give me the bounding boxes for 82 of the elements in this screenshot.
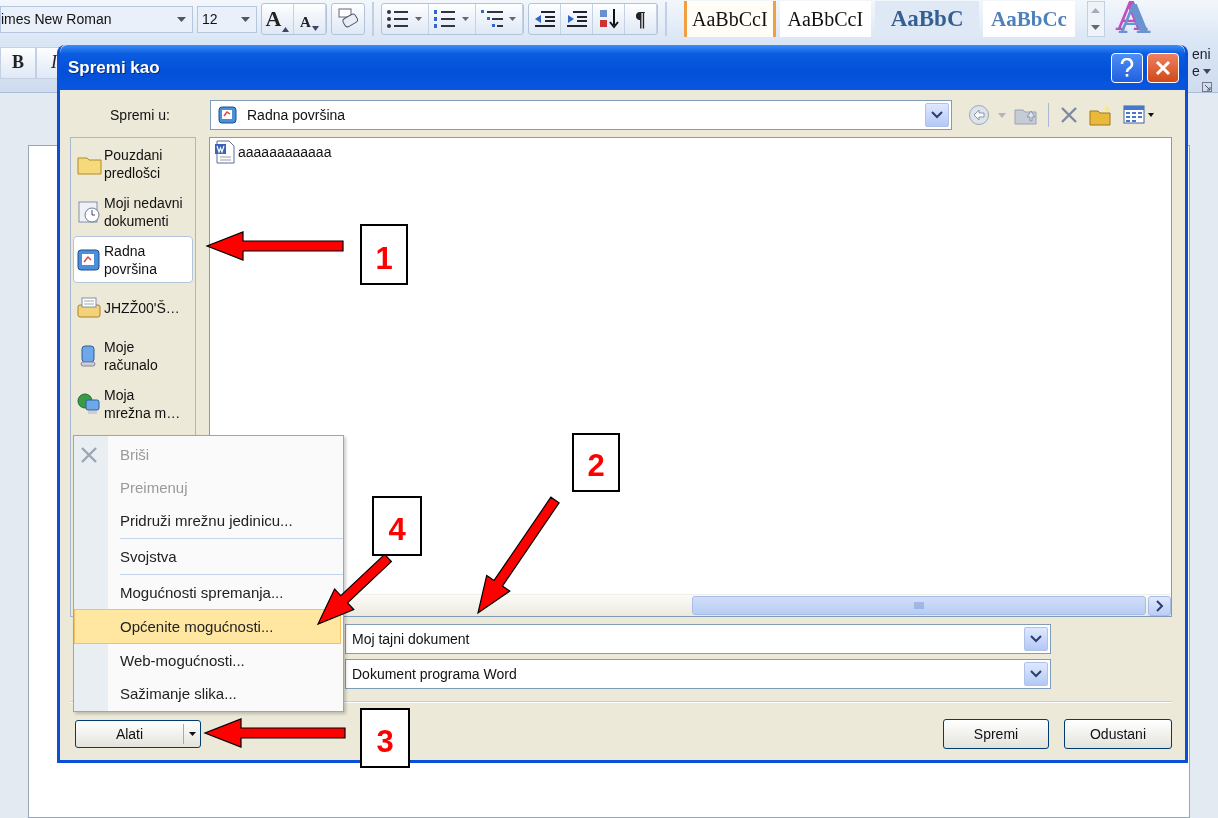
chevron-down-icon: [1030, 670, 1042, 678]
grip-icon: [914, 602, 924, 609]
file-item[interactable]: aaaaaaaaaaaa: [214, 140, 332, 164]
places-item[interactable]: Pouzdani predlošci: [73, 140, 193, 187]
callout-number: 1: [360, 224, 408, 285]
menu-item[interactable]: Sažimanje slika...: [108, 677, 341, 710]
close-icon: [1155, 59, 1171, 76]
caret-icon: [241, 16, 250, 22]
desktop-icon: [76, 246, 102, 273]
save-in-dropdown[interactable]: Radna površina: [210, 100, 952, 130]
dropdown-button[interactable]: [1024, 662, 1048, 686]
style-tile[interactable]: AaBbCc: [983, 1, 1075, 37]
caret-icon: [177, 16, 186, 22]
file-name-field[interactable]: Moj tajni dokument: [345, 624, 1051, 654]
network-computer-icon: [76, 390, 102, 417]
cancel-button[interactable]: Odustani: [1064, 719, 1172, 749]
file-type-value: Dokument programa Word: [352, 666, 518, 682]
chevron-down-icon: [931, 111, 943, 119]
save-button[interactable]: Spremi: [943, 719, 1049, 749]
scroll-up-icon: [1091, 8, 1101, 13]
views-button[interactable]: [1121, 103, 1157, 127]
scroll-down-icon: [1091, 25, 1101, 30]
callout-number: 4: [372, 496, 422, 556]
font-size: 12: [202, 11, 218, 27]
show-formatting-button[interactable]: ¶: [625, 4, 657, 34]
places-item[interactable]: Moji nedavni dokumenti: [73, 188, 193, 235]
file-name-value: Moj tajni dokument: [352, 631, 471, 647]
chevron-down-icon: [1030, 635, 1042, 643]
font-field[interactable]: imes New Roman: [0, 5, 193, 33]
bullet-list-icon: [385, 8, 425, 30]
places-item[interactable]: Moja mrežna m…: [73, 380, 193, 427]
font-name: imes New Roman: [1, 11, 112, 27]
tools-button[interactable]: Alati: [75, 720, 201, 748]
new-folder-icon: [1089, 104, 1113, 126]
x-icon: [80, 446, 98, 464]
drive-icon: [76, 294, 102, 321]
help-button[interactable]: [1111, 52, 1143, 83]
x-icon: [1059, 105, 1079, 125]
file-type-dropdown[interactable]: Dokument programa Word: [345, 659, 1051, 689]
shrink-font-button[interactable]: A: [294, 4, 326, 34]
callout-number: 3: [360, 708, 410, 768]
menu-item[interactable]: Svojstva: [108, 540, 341, 573]
bold-button[interactable]: B: [0, 46, 36, 79]
grid-view-icon: [1123, 105, 1155, 125]
save-in-value: Radna površina: [247, 107, 347, 123]
clear-formatting-button[interactable]: [331, 3, 365, 35]
gallery-scrollbar[interactable]: [1086, 1, 1105, 37]
desktop-icon: [217, 104, 239, 126]
style-tile[interactable]: AaBbCcI: [684, 1, 776, 37]
decrease-indent-icon: [532, 9, 557, 29]
scroll-thumb[interactable]: [692, 596, 1146, 615]
places-item[interactable]: Radna površina: [73, 236, 193, 283]
menu-item[interactable]: Pridruži mrežnu jedinicu...: [108, 504, 341, 537]
menu-item[interactable]: Općenite mogućnosti...: [74, 609, 341, 644]
save-in-label: Spremi u:: [109, 107, 171, 123]
caret-icon: [998, 112, 1006, 118]
style-tile[interactable]: AaBbCcI: [779, 1, 872, 37]
font-size-field[interactable]: 12: [197, 5, 257, 33]
caret-icon: [188, 732, 196, 736]
word-document-icon: [214, 140, 236, 164]
dropdown-button[interactable]: [925, 103, 949, 127]
numbered-list-icon: [432, 8, 472, 30]
caret-icon: [1202, 68, 1211, 74]
menu-item[interactable]: Web-mogućnosti...: [108, 644, 341, 677]
places-item[interactable]: JHZŽ00'Š…: [73, 284, 193, 331]
increase-indent-icon: [564, 9, 589, 29]
places-item[interactable]: Moje računalo: [73, 332, 193, 379]
clock-document-icon: [76, 198, 102, 225]
multilevel-list-icon: [479, 8, 519, 30]
close-button[interactable]: [1147, 52, 1179, 83]
change-styles-label[interactable]: eni: [1192, 45, 1216, 63]
scroll-right-button[interactable]: [1148, 595, 1171, 616]
help-icon: [1120, 57, 1134, 78]
callout-number: 2: [572, 433, 620, 492]
change-styles-label[interactable]: e: [1192, 62, 1216, 80]
triangle-up-icon: [282, 27, 290, 32]
dropdown-button[interactable]: [1024, 627, 1048, 651]
menu-item[interactable]: Mogućnosti spremanja...: [108, 576, 341, 609]
triangle-down-icon: [311, 26, 319, 31]
chevron-right-icon: [1155, 599, 1164, 612]
grow-font-button[interactable]: A: [262, 4, 294, 34]
dialog-launcher-icon[interactable]: [1202, 82, 1212, 92]
